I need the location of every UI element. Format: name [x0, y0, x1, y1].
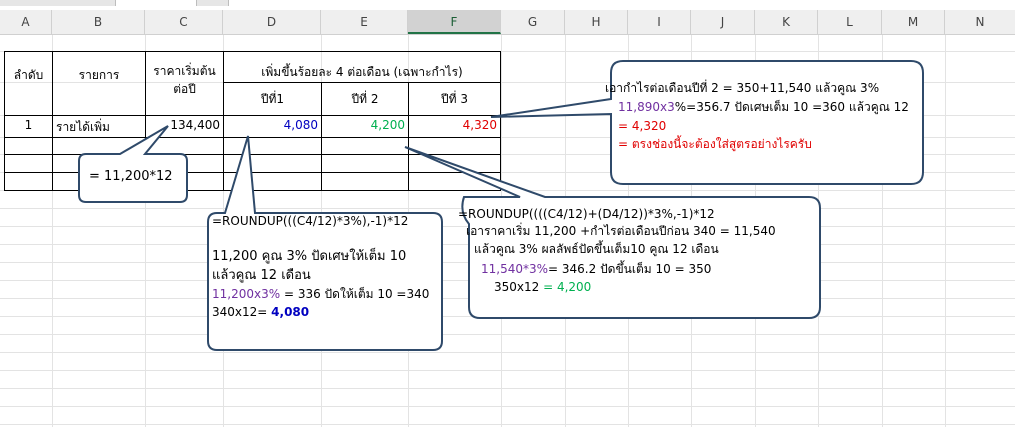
- callout-d-line3: 11,200x3% = 336 ปัดให้เต็ม 10 =340: [212, 286, 429, 303]
- callout-f-line2-highlight: 11,890x3: [618, 100, 675, 114]
- callout-d-line4-result: 4,080: [271, 305, 310, 319]
- callout-e-line2: แล้วคูณ 3% ผลลัพธ์ปัดขึ้นเต็ม10 คูณ 12 เ…: [474, 242, 719, 256]
- callout-d-formula: =ROUNDUP(((C4/12)*3%),-1)*12: [212, 214, 409, 228]
- callout-f-line4: = ตรงช่องนี้จะต้องใส่สูตรอย่างไรครับ: [618, 137, 812, 151]
- callout-f-line2: 11,890x3%=356.7 ปัดเศษเต็ม 10 =360 แล้วค…: [618, 99, 909, 116]
- callout-e-line3: 11,540*3%= 346.2 ปัดขึ้นเต็ม 10 = 350: [481, 261, 711, 278]
- callout-f-line3: = 4,320: [618, 119, 667, 133]
- callout-f-line1: เอากำไรต่อเดือนปีที่ 2 = 350+11,540 แล้ว…: [605, 81, 880, 95]
- callout-e-line1: เอาราคาเริ่ม 11,200 +กำไรต่อเดือนปีก่อน …: [466, 224, 776, 238]
- callout-e-line4: 350x12 = 4,200: [494, 279, 591, 296]
- callout-d-line3-rest: = 336 ปัดให้เต็ม 10 =340: [280, 287, 430, 301]
- callout-f-line2-rest: %=356.7 ปัดเศษเต็ม 10 =360 แล้วคูณ 12: [674, 100, 909, 114]
- callout-c-text: = 11,200*12: [89, 169, 173, 184]
- callout-c-shape: [78, 125, 188, 203]
- callout-e-formula: =ROUNDUP((((C4/12)+(D4/12))*3%,-1)*12: [458, 207, 715, 221]
- callout-e-line4-result: = 4,200: [543, 280, 592, 294]
- callout-d-line3-highlight: 11,200x3%: [212, 287, 281, 301]
- callout-d-line4: 340x12= 4,080: [212, 304, 309, 321]
- callout-d-line1: 11,200 คูณ 3% ปัดเศษให้เต็ม 10: [212, 249, 407, 264]
- callout-e-line3-rest: = 346.2 ปัดขึ้นเต็ม 10 = 350: [548, 262, 712, 276]
- callout-d-line2: แล้วคูณ 12 เดือน: [212, 268, 311, 283]
- callout-d-line4-label: 340x12=: [212, 305, 272, 319]
- callout-e-line4-label: 350x12: [494, 280, 544, 294]
- callout-e-line3-highlight: 11,540*3%: [481, 262, 549, 276]
